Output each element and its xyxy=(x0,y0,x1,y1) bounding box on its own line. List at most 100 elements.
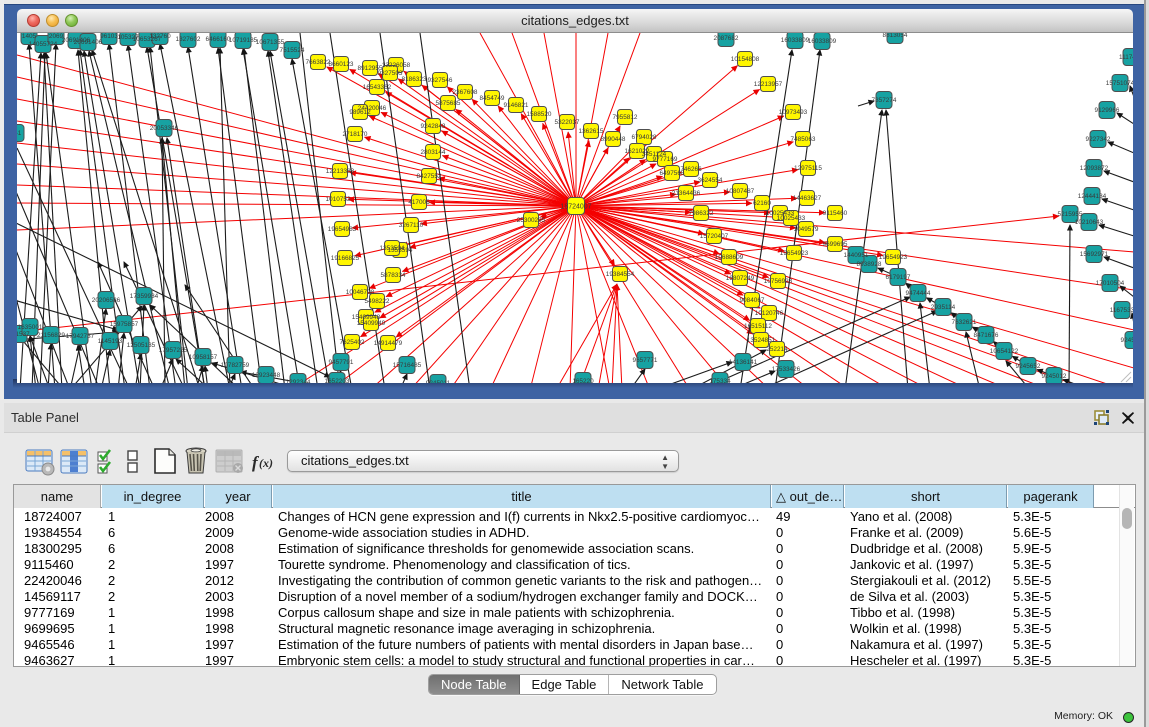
svg-text:1145193: 1145193 xyxy=(98,338,123,345)
svg-text:1010753: 1010753 xyxy=(326,196,351,203)
svg-text:7663822: 7663822 xyxy=(306,59,331,66)
svg-text:6794028: 6794028 xyxy=(632,134,657,141)
svg-text:7955812: 7955812 xyxy=(613,114,638,121)
svg-text:19654983: 19654983 xyxy=(328,226,357,233)
svg-text:7357274: 7357274 xyxy=(872,97,897,104)
svg-text:15716485: 15716485 xyxy=(393,362,422,369)
svg-text:1167533: 1167533 xyxy=(1110,307,1133,314)
svg-text:1117404: 1117404 xyxy=(1119,54,1133,61)
svg-text:5878334: 5878334 xyxy=(381,272,406,279)
svg-text:10025433: 10025433 xyxy=(777,215,806,222)
svg-text:8454749: 8454749 xyxy=(480,95,505,102)
svg-text:9657771: 9657771 xyxy=(633,357,658,364)
svg-text:9245652: 9245652 xyxy=(1016,363,1041,370)
svg-text:9245012: 9245012 xyxy=(1042,373,1067,380)
svg-text:989612: 989612 xyxy=(349,109,371,116)
svg-text:25300295: 25300295 xyxy=(517,217,546,224)
svg-text:16515112: 16515112 xyxy=(744,323,772,330)
svg-text:17533426: 17533426 xyxy=(772,366,801,373)
svg-text:8938928: 8938928 xyxy=(857,261,882,268)
svg-text:2803144: 2803144 xyxy=(421,149,446,156)
svg-text:1652203: 1652203 xyxy=(325,378,350,383)
svg-text:16543362: 16543362 xyxy=(363,84,392,91)
svg-text:9777169: 9777169 xyxy=(653,156,678,163)
svg-text:6466160: 6466160 xyxy=(206,36,231,43)
svg-text:1588520: 1588520 xyxy=(527,111,552,118)
svg-text:10154808: 10154808 xyxy=(731,56,760,63)
svg-text:6179197: 6179197 xyxy=(886,274,911,281)
svg-text:14463627: 14463627 xyxy=(793,195,822,202)
svg-text:19654923: 19654923 xyxy=(780,250,809,257)
svg-text:9245011: 9245011 xyxy=(426,380,451,383)
svg-text:19384554: 19384554 xyxy=(606,271,635,278)
svg-text:7625402: 7625402 xyxy=(340,339,365,346)
svg-text:9457791: 9457791 xyxy=(329,359,354,366)
svg-text:5498222: 5498222 xyxy=(365,298,390,305)
svg-text:7986322: 7986322 xyxy=(689,210,714,217)
svg-text:841: 841 xyxy=(17,130,22,137)
svg-text:10210643: 10210643 xyxy=(1075,219,1104,226)
svg-text:3267110: 3267110 xyxy=(399,222,424,229)
svg-text:9115460: 9115460 xyxy=(823,210,848,217)
svg-text:991537: 991537 xyxy=(17,331,30,338)
svg-text:2935114: 2935114 xyxy=(931,304,956,311)
svg-text:9146821: 9146821 xyxy=(504,102,529,109)
svg-text:21364436: 21364436 xyxy=(672,190,701,197)
svg-text:252214: 252214 xyxy=(766,346,788,353)
svg-text:(x): (x) xyxy=(259,456,273,470)
svg-text:8660123: 8660123 xyxy=(329,61,354,68)
svg-text:7632621: 7632621 xyxy=(952,319,977,326)
svg-text:12213383: 12213383 xyxy=(326,168,355,175)
svg-text:9129966: 9129966 xyxy=(1095,107,1120,114)
svg-text:9327546: 9327546 xyxy=(428,77,453,84)
svg-text:18807249: 18807249 xyxy=(726,275,755,282)
svg-text:19654923: 19654923 xyxy=(879,254,908,261)
svg-text:10958157: 10958157 xyxy=(189,354,218,361)
svg-text:10782759: 10782759 xyxy=(221,362,250,369)
svg-text:165220: 165220 xyxy=(572,378,594,383)
svg-text:18724007: 18724007 xyxy=(560,204,591,211)
svg-text:7485063: 7485063 xyxy=(791,136,816,143)
svg-text:20691406: 20691406 xyxy=(74,39,103,46)
svg-text:12923448: 12923448 xyxy=(252,372,281,379)
svg-text:8813054: 8813054 xyxy=(883,33,908,39)
svg-text:10807487: 10807487 xyxy=(726,188,755,195)
svg-text:14136141: 14136141 xyxy=(729,359,758,366)
svg-text:17942737: 17942737 xyxy=(66,333,95,340)
svg-text:5875685: 5875685 xyxy=(436,100,461,107)
svg-text:1405: 1405 xyxy=(22,33,37,40)
svg-text:12093872: 12093872 xyxy=(1080,165,1109,172)
svg-text:7515524: 7515524 xyxy=(280,47,305,54)
svg-text:20053346: 20053346 xyxy=(150,125,179,132)
svg-text:1362615: 1362615 xyxy=(579,128,604,135)
svg-text:10046798: 10046798 xyxy=(346,289,375,296)
svg-text:15409949: 15409949 xyxy=(357,320,386,327)
svg-text:1440951: 1440951 xyxy=(844,252,869,259)
svg-text:132760: 132760 xyxy=(149,33,171,40)
svg-text:13226058: 13226058 xyxy=(382,62,411,69)
svg-text:15720407: 15720407 xyxy=(700,233,729,240)
svg-text:12505135: 12505135 xyxy=(127,342,156,349)
svg-text:8990448: 8990448 xyxy=(601,136,626,143)
svg-text:17359934: 17359934 xyxy=(130,293,159,300)
svg-text:12444134: 12444134 xyxy=(1078,193,1107,200)
svg-text:10719185: 10719185 xyxy=(229,37,258,44)
svg-text:17957225: 17957225 xyxy=(159,347,188,354)
svg-text:1327602: 1327602 xyxy=(176,36,201,43)
svg-text:10671355: 10671355 xyxy=(256,39,285,46)
svg-text:2087682: 2087682 xyxy=(714,35,739,42)
svg-text:2367608: 2367608 xyxy=(453,89,478,96)
svg-text:175334: 175334 xyxy=(709,378,731,383)
svg-text:12213957: 12213957 xyxy=(754,81,783,88)
svg-text:1635001: 1635001 xyxy=(18,324,43,331)
svg-text:9245012: 9245012 xyxy=(1121,337,1133,344)
svg-text:13524851: 13524851 xyxy=(747,337,776,344)
svg-text:1292344: 1292344 xyxy=(286,379,311,383)
svg-text:15692971: 15692971 xyxy=(1080,251,1109,258)
svg-text:10654122: 10654122 xyxy=(990,348,1019,355)
svg-text:20206536: 20206536 xyxy=(92,297,121,304)
svg-text:5215955: 5215955 xyxy=(1058,211,1083,218)
svg-text:2718170: 2718170 xyxy=(343,131,368,138)
svg-text:12975115: 12975115 xyxy=(794,165,822,172)
svg-text:10973493: 10973493 xyxy=(779,109,808,116)
